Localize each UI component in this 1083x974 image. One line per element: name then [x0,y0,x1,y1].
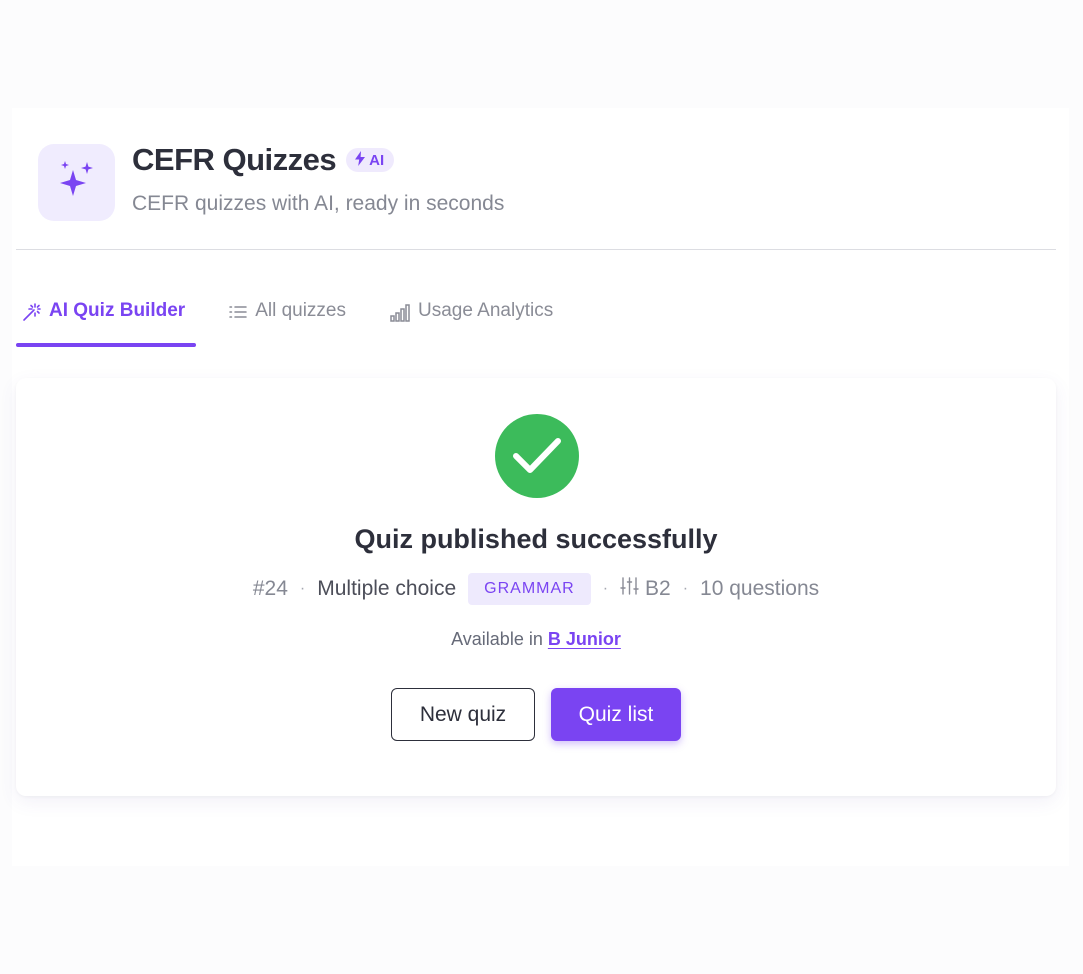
ai-badge-label: AI [369,151,385,169]
tab-label: AI Quiz Builder [49,300,186,321]
bar-chart-icon [390,300,410,328]
separator-dot: · [602,580,609,597]
tab-ai-quiz-builder[interactable]: AI Quiz Builder [16,286,197,347]
tab-all-quizzes[interactable]: All quizzes [223,286,352,347]
quiz-level: B2 [620,577,671,601]
availability-text: Available in B Junior [16,629,1056,650]
sliders-icon [620,577,639,601]
app-title: CEFR Quizzes [132,142,337,177]
level-value: B2 [645,577,671,600]
quiz-meta: #24 · Multiple choice GRAMMAR · B2 · 10 … [16,573,1056,605]
app-logo [38,144,115,221]
header-divider [16,249,1056,250]
tab-label: All quizzes [255,300,347,321]
separator-dot: · [299,580,306,597]
tab-label: Usage Analytics [418,300,554,321]
sparkles-icon [57,158,97,207]
separator-dot: · [682,580,689,597]
check-circle-icon [495,414,579,498]
success-title: Quiz published successfully [354,524,718,554]
ai-badge: AI [346,148,395,172]
quiz-list-button[interactable]: Quiz list [551,688,681,741]
course-link[interactable]: B Junior [548,629,621,649]
question-count: 10 questions [700,577,820,600]
action-buttons: New quiz Quiz list [16,688,1056,741]
category-tag: GRAMMAR [468,573,591,605]
new-quiz-button[interactable]: New quiz [391,688,535,741]
list-icon [229,300,247,327]
quiz-id: #24 [252,577,288,600]
lightning-icon [355,150,366,170]
quiz-type: Multiple choice [317,577,457,600]
title-row: CEFR Quizzes AI [132,142,395,178]
tab-bar: AI Quiz Builder All quizzes Usage Analyt… [16,286,591,347]
result-card: Quiz published successfully #24 · Multip… [16,378,1056,796]
magic-wand-icon [22,300,41,328]
availability-prefix: Available in [451,629,543,649]
page-container: CEFR Quizzes AI CEFR quizzes with AI, re… [12,108,1069,866]
tab-usage-analytics[interactable]: Usage Analytics [384,286,559,347]
app-subtitle: CEFR quizzes with AI, ready in seconds [132,192,505,215]
